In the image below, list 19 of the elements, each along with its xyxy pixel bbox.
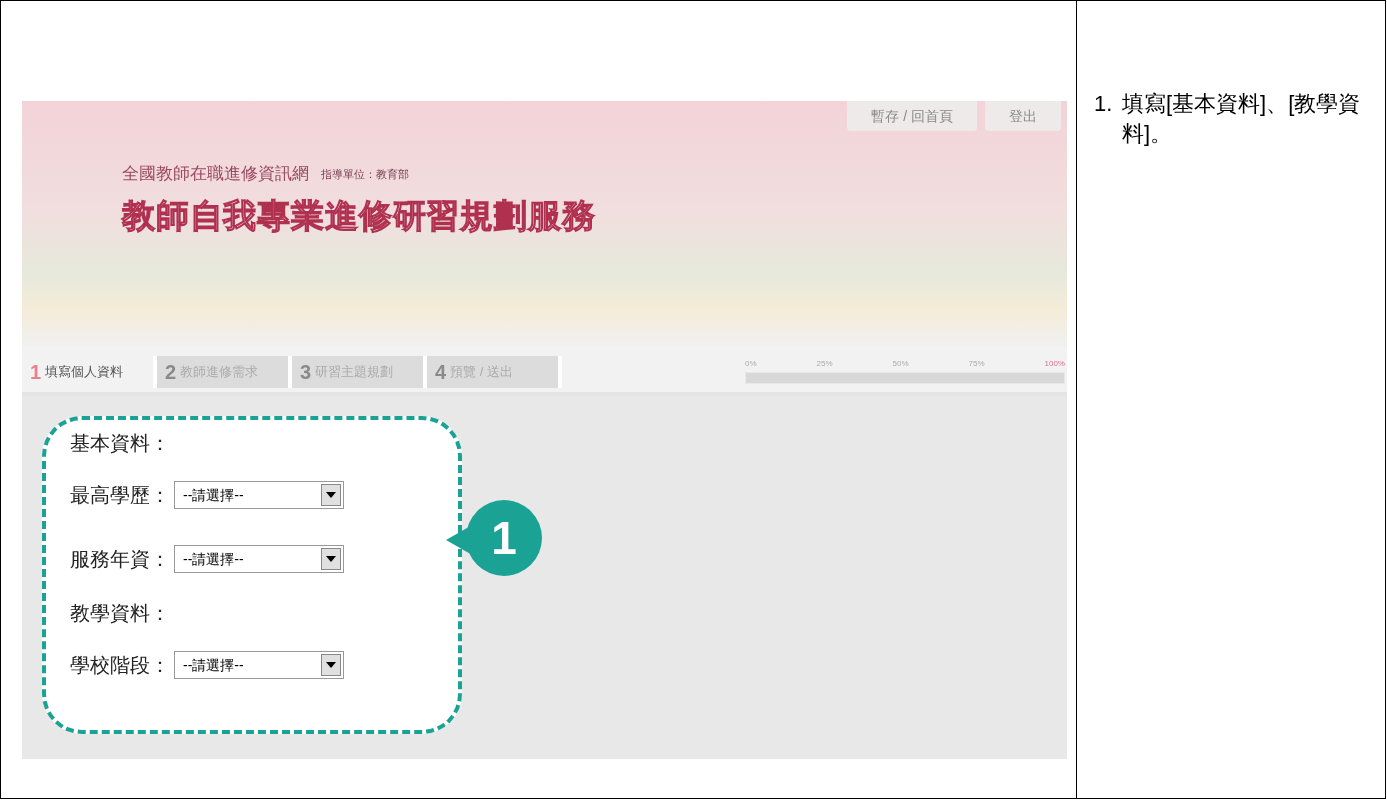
header-button[interactable]: 暫存 / 回首頁 bbox=[847, 101, 977, 131]
site-title: 教師自我專業進修研習規劃服務 bbox=[122, 195, 596, 236]
header-button[interactable]: 登出 bbox=[985, 101, 1061, 131]
section-title: 教學資料： bbox=[70, 601, 171, 626]
select-field[interactable]: --請選擇-- bbox=[174, 545, 344, 573]
agency-text: 指導單位：教育部 bbox=[321, 166, 409, 182]
select-field[interactable]: --請選擇-- bbox=[174, 651, 344, 679]
site-name: 全國教師在職進修資訊網 bbox=[122, 163, 309, 185]
section-title: 基本資料： bbox=[70, 431, 171, 456]
select-field[interactable]: --請選擇-- bbox=[174, 481, 344, 509]
field-label: 學校階段： bbox=[70, 653, 170, 678]
progress-tick-label: 25% bbox=[816, 358, 833, 370]
progress-tick-label: 100% bbox=[1044, 358, 1065, 370]
field-label: 最高學歷： bbox=[70, 483, 170, 508]
progress-tick-label: 50% bbox=[892, 358, 909, 370]
progress-tick-label: 75% bbox=[968, 358, 985, 370]
instruction-text: 填寫[基本資料]、[教學資料]。 bbox=[1122, 90, 1362, 148]
step-number: 1. bbox=[1094, 90, 1114, 118]
field-label: 服務年資： bbox=[70, 547, 170, 572]
